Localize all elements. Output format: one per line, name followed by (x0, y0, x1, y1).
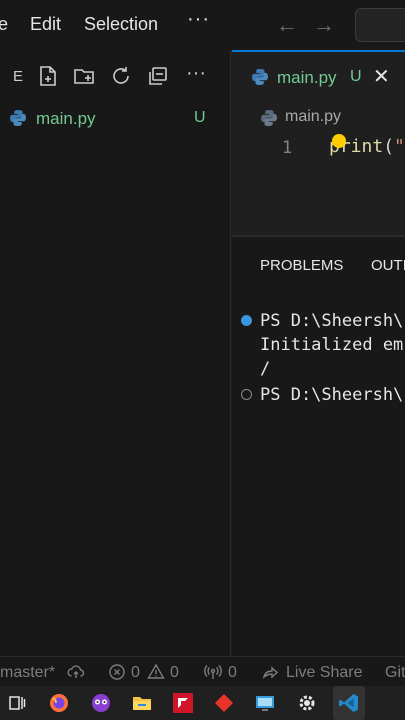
remote-desktop-icon[interactable] (254, 692, 276, 714)
untracked-badge: U (194, 109, 206, 126)
title-bar: e Edit Selection ··· ← → (0, 0, 405, 50)
collapse-all-icon[interactable] (146, 64, 170, 88)
task-view-icon[interactable] (6, 692, 28, 714)
app-icon[interactable] (90, 692, 112, 714)
new-folder-icon[interactable] (72, 64, 96, 88)
amd-icon[interactable] (172, 692, 194, 714)
vscode-icon[interactable] (338, 692, 360, 714)
status-bar: master* 0 0 0 Live Share Git (0, 656, 405, 686)
python-file-icon (252, 69, 268, 85)
menu-file[interactable]: e (0, 14, 8, 35)
tab-main-py[interactable]: main.py U ✕ (232, 50, 405, 100)
file-name: main.py (36, 109, 96, 128)
live-share-icon[interactable] (261, 663, 279, 681)
command-center-search[interactable] (355, 8, 405, 42)
warning-icon[interactable] (147, 663, 165, 681)
cloud-upload-icon[interactable] (67, 663, 85, 681)
refresh-icon[interactable] (109, 64, 133, 88)
tab-untracked-badge: U (350, 68, 362, 85)
new-file-icon[interactable] (36, 64, 60, 88)
menu-edit[interactable]: Edit (30, 14, 61, 35)
terminal-line: Initialized em (260, 335, 404, 355)
error-count[interactable]: 0 (131, 664, 140, 682)
menu-selection[interactable]: Selection (84, 14, 158, 35)
ports-broadcast-icon[interactable] (204, 663, 222, 681)
python-file-icon (261, 110, 277, 126)
terminal-prompt[interactable]: PS D:\Sheersh\ (260, 385, 403, 405)
lightbulb-icon[interactable] (332, 134, 346, 148)
windows-taskbar (0, 686, 405, 720)
live-share-button[interactable]: Live Share (286, 664, 363, 682)
menu-more-button[interactable]: ··· (187, 8, 210, 31)
back-arrow-icon[interactable]: ← (276, 12, 298, 38)
forward-arrow-icon[interactable]: → (313, 12, 335, 38)
settings-gear-icon[interactable] (296, 692, 318, 714)
python-file-icon (10, 110, 26, 126)
tab-output[interactable]: OUTI (371, 257, 405, 274)
warning-count[interactable]: 0 (170, 664, 179, 682)
command-success-dot[interactable] (241, 315, 252, 326)
code-editor[interactable]: main.py 1 print(" (232, 100, 405, 236)
error-icon[interactable] (108, 663, 126, 681)
code-paren: ( (383, 136, 395, 157)
terminal-line: / (260, 359, 271, 379)
code-string: " (394, 136, 405, 157)
git-status[interactable]: Git (385, 664, 405, 682)
breadcrumb[interactable]: main.py (285, 108, 341, 126)
explorer-title: E (13, 68, 24, 85)
branch-status[interactable]: master* (0, 664, 55, 682)
tab-problems[interactable]: PROBLEMS (260, 257, 343, 274)
explorer-panel (0, 50, 231, 656)
terminal-line: PS D:\Sheersh\ (260, 311, 404, 331)
tab-label: main.py (277, 68, 337, 87)
ports-count[interactable]: 0 (228, 664, 237, 682)
close-icon[interactable]: ✕ (373, 64, 390, 89)
file-row-main-py[interactable]: main.py U (0, 104, 230, 132)
command-pending-dot[interactable] (241, 389, 252, 400)
editor-tab-bar: main.py U ✕ (232, 50, 405, 100)
diamond-app-icon[interactable] (213, 692, 235, 714)
file-explorer-icon[interactable] (131, 692, 153, 714)
line-number: 1 (282, 138, 293, 158)
bottom-panel: PROBLEMS OUTI PS D:\Sheersh\ Initialized… (232, 236, 405, 656)
explorer-more-button[interactable]: ··· (186, 62, 210, 86)
firefox-icon[interactable] (48, 692, 70, 714)
